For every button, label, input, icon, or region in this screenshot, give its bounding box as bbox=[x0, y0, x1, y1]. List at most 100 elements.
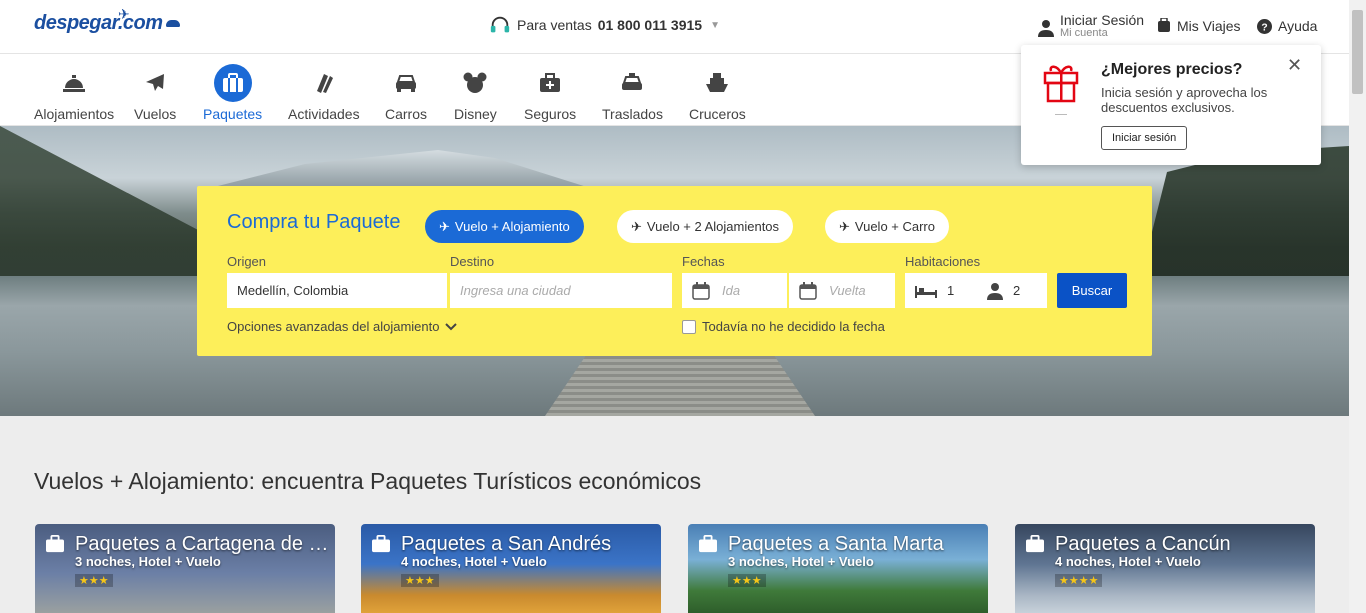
help-link[interactable]: ? Ayuda bbox=[1257, 18, 1317, 34]
nav-label: Alojamientos bbox=[34, 106, 115, 122]
person-icon bbox=[987, 282, 1003, 300]
package-card-cartagena[interactable]: Paquetes a Cartagena de Indias 3 noches,… bbox=[35, 524, 335, 613]
rooms-value: 1 bbox=[947, 283, 955, 298]
svg-text:?: ? bbox=[1261, 22, 1267, 33]
chevron-down-icon: ▼ bbox=[710, 19, 720, 31]
suitcase-icon bbox=[1026, 535, 1044, 553]
hero-forest-left bbox=[0, 126, 200, 276]
taxi-icon bbox=[613, 64, 651, 102]
return-date-field[interactable]: Vuelta bbox=[789, 273, 895, 308]
undecided-dates-option[interactable]: Todavía no he decidido la fecha bbox=[682, 319, 885, 334]
mode-flight-hotel[interactable]: ✈ Vuelo + Alojamiento bbox=[425, 210, 584, 243]
advanced-label: Opciones avanzadas del alojamiento bbox=[227, 319, 440, 334]
suitcase-icon bbox=[46, 535, 64, 553]
origin-field[interactable]: Medellín, Colombia bbox=[227, 273, 447, 308]
despegar-logo[interactable]: despegar.com ✈ bbox=[34, 6, 180, 35]
package-card-san-andres[interactable]: Paquetes a San Andrés 4 noches, Hotel + … bbox=[361, 524, 661, 613]
logo-plane-icon: ✈ bbox=[118, 6, 130, 22]
chevron-down-icon bbox=[445, 322, 458, 330]
section-title: Vuelos + Alojamiento: encuentra Paquetes… bbox=[34, 468, 702, 494]
luggage-icon bbox=[1158, 18, 1170, 32]
nav-label: Carros bbox=[385, 106, 428, 122]
card-stars: ★★★ bbox=[401, 574, 439, 587]
nav-label: Disney bbox=[454, 106, 497, 122]
plane-icon: ✈ bbox=[439, 218, 450, 234]
package-search-box: Compra tu Paquete ✈ Vuelo + Alojamiento … bbox=[197, 186, 1152, 356]
suitcase-icon bbox=[213, 64, 252, 102]
package-card-cancun[interactable]: Paquetes a Cancún 4 noches, Hotel + Vuel… bbox=[1015, 524, 1315, 613]
phone-label: Para ventas bbox=[517, 17, 592, 33]
page-scrollbar[interactable] bbox=[1349, 0, 1366, 613]
mode-flight-2-hotels[interactable]: ✈ Vuelo + 2 Alojamientos bbox=[617, 210, 794, 243]
nav-item-actividades[interactable]: Actividades bbox=[288, 64, 360, 122]
calendar-icon bbox=[692, 281, 710, 300]
dates-label: Fechas bbox=[682, 254, 725, 269]
card-subtitle: 3 noches, Hotel + Vuelo bbox=[75, 554, 221, 569]
hero-dock bbox=[545, 356, 815, 416]
plane-icon: ✈ bbox=[631, 218, 642, 234]
nav-item-carros[interactable]: Carros bbox=[385, 64, 427, 122]
search-title: Compra tu Paquete bbox=[227, 211, 401, 233]
mode-flight-car[interactable]: ✈ Vuelo + Carro bbox=[825, 210, 949, 243]
suitcase-icon bbox=[699, 535, 717, 553]
popup-login-button[interactable]: Iniciar sesión bbox=[1101, 126, 1188, 150]
undecided-checkbox[interactable] bbox=[682, 319, 696, 334]
suitcase-icon bbox=[372, 535, 390, 553]
popup-title: ¿Mejores precios? bbox=[1101, 61, 1243, 78]
nav-label: Paquetes bbox=[203, 106, 263, 122]
my-trips-label: Mis Viajes bbox=[1177, 18, 1241, 34]
package-card-santa-marta[interactable]: Paquetes a Santa Marta 3 noches, Hotel +… bbox=[688, 524, 988, 613]
nav-label: Vuelos bbox=[134, 106, 177, 122]
login-label: Iniciar Sesión bbox=[1060, 12, 1145, 28]
medkit-icon bbox=[531, 64, 569, 102]
depart-placeholder: Ida bbox=[722, 283, 741, 298]
destination-field[interactable]: Ingresa una ciudad bbox=[450, 273, 672, 308]
depart-date-field[interactable]: Ida bbox=[682, 273, 787, 308]
nav-item-disney[interactable]: Disney bbox=[454, 64, 497, 122]
advanced-options-toggle[interactable]: Opciones avanzadas del alojamiento bbox=[227, 319, 458, 334]
nav-item-traslados[interactable]: Traslados bbox=[602, 64, 663, 122]
mode-label: Vuelo + Carro bbox=[854, 219, 935, 234]
help-label: Ayuda bbox=[1278, 18, 1318, 34]
nav-item-paquetes[interactable]: Paquetes bbox=[203, 64, 262, 122]
card-subtitle: 4 noches, Hotel + Vuelo bbox=[401, 554, 547, 569]
card-subtitle: 4 noches, Hotel + Vuelo bbox=[1055, 554, 1201, 569]
nav-label: Seguros bbox=[524, 106, 577, 122]
nav-item-cruceros[interactable]: Cruceros bbox=[689, 64, 746, 122]
nav-item-vuelos[interactable]: Vuelos bbox=[134, 64, 176, 122]
popup-description: Inicia sesión y aprovecha los descuentos… bbox=[1101, 85, 1268, 115]
hat-icon bbox=[165, 20, 180, 28]
card-title: Paquetes a Cancún bbox=[1055, 533, 1231, 555]
rooms-label: Habitaciones bbox=[905, 254, 981, 269]
nav-label: Cruceros bbox=[689, 106, 746, 122]
phone-number: 01 800 011 3915 bbox=[597, 17, 703, 33]
hero-mountain bbox=[210, 150, 590, 188]
close-icon[interactable]: ✕ bbox=[1287, 55, 1302, 76]
mode-label: Vuelo + 2 Alojamientos bbox=[646, 219, 780, 234]
card-title: Paquetes a Cartagena de Indias bbox=[75, 533, 331, 555]
sales-phone[interactable]: Para ventas 01 800 011 3915 ▼ bbox=[489, 14, 720, 36]
account-sub-label: Mi cuenta bbox=[1060, 27, 1108, 39]
origin-value: Medellín, Colombia bbox=[237, 283, 349, 298]
undecided-label: Todavía no he decidido la fecha bbox=[702, 319, 885, 334]
help-icon: ? bbox=[1257, 18, 1272, 34]
logo-text: despegar.com bbox=[34, 12, 163, 34]
my-trips-link[interactable]: Mis Viajes bbox=[1157, 18, 1241, 34]
nav-label: Traslados bbox=[602, 106, 663, 122]
user-icon bbox=[1038, 20, 1054, 37]
guests-value: 2 bbox=[1013, 283, 1021, 298]
account-menu[interactable]: Iniciar Sesión Mi cuenta bbox=[1038, 13, 1144, 40]
tickets-icon bbox=[305, 64, 343, 102]
bed-icon bbox=[915, 285, 937, 298]
card-subtitle: 3 noches, Hotel + Vuelo bbox=[728, 554, 874, 569]
hotel-bell-icon bbox=[55, 64, 93, 102]
nav-item-alojamientos[interactable]: Alojamientos bbox=[34, 64, 114, 122]
rooms-field[interactable]: 1 2 bbox=[905, 273, 1047, 308]
nav-item-seguros[interactable]: Seguros bbox=[524, 64, 576, 122]
scrollbar-thumb[interactable] bbox=[1352, 10, 1363, 94]
card-title: Paquetes a San Andrés bbox=[401, 533, 612, 555]
gift-icon bbox=[1043, 65, 1079, 115]
plane-icon bbox=[136, 64, 174, 102]
search-button[interactable]: Buscar bbox=[1057, 273, 1127, 308]
origin-label: Origen bbox=[227, 254, 267, 269]
